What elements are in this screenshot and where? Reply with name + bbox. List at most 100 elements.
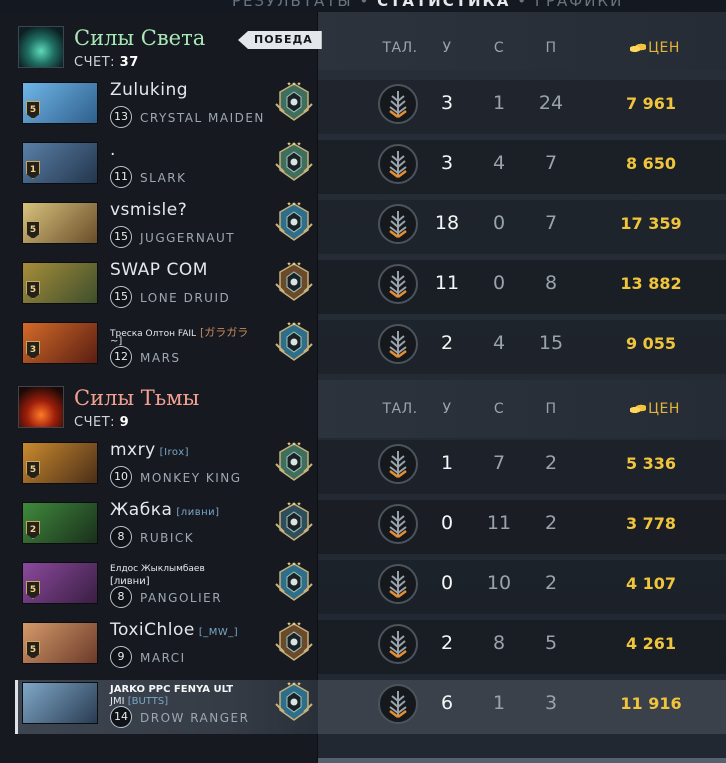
talent-tree-icon[interactable]: [377, 143, 419, 185]
assists-value: 2: [544, 452, 558, 474]
hero-portrait[interactable]: 5: [22, 262, 98, 304]
networth-value: 4 107: [625, 574, 677, 593]
rank-medal-icon[interactable]: ✦✦✦: [270, 318, 318, 366]
kills-value: 0: [440, 512, 454, 534]
networth-value: 13 882: [620, 274, 682, 293]
assists-value: 8: [544, 272, 558, 294]
player-row[interactable]: 5 Zuluking 13 CRYSTAL MAIDEN ✦✦✦: [18, 80, 318, 134]
talent-tree-icon[interactable]: [377, 683, 419, 725]
rank-medal-icon[interactable]: ✦✦✦: [270, 678, 318, 726]
kills-value: 6: [440, 692, 454, 714]
tab-statistics[interactable]: СТАТИСТИКА: [377, 0, 510, 10]
assists-value: 24: [538, 92, 564, 114]
radiant-logo-icon: [18, 26, 64, 68]
deaths-value: 1: [492, 692, 506, 714]
player-name: ToxiChloe [_MW_]: [110, 620, 239, 640]
hero-name: MONKEY KING: [140, 471, 242, 485]
player-name: Жабка [ливни]: [110, 500, 220, 520]
hero-name: JUGGERNAUT: [140, 231, 236, 245]
gold-icon: [630, 404, 647, 414]
talent-tree-icon[interactable]: [377, 623, 419, 665]
tab-strip: РЕЗУЛЬТАТЫ • СТАТИСТИКА • ГРАФИКИ: [0, 0, 726, 12]
talent-tree-icon[interactable]: [377, 563, 419, 605]
hero-portrait[interactable]: 5: [22, 202, 98, 244]
rank-medal-icon[interactable]: ✦✦✦: [270, 138, 318, 186]
dire-logo-icon: [18, 386, 64, 428]
hero-portrait[interactable]: 3: [22, 322, 98, 364]
player-row[interactable]: 2 Жабка [ливни] 8 RUBICK ✦✦✦: [18, 500, 318, 554]
rank-medal-icon[interactable]: ✦✦✦: [270, 258, 318, 306]
rank-medal-icon[interactable]: ✦✦✦: [270, 558, 318, 606]
hero-name: PANGOLIER: [140, 591, 223, 605]
rank-medal-icon[interactable]: ✦✦✦: [270, 438, 318, 486]
hero-portrait[interactable]: 5: [22, 562, 98, 604]
hero-level: 13: [110, 106, 132, 128]
talent-tree-icon[interactable]: [377, 83, 419, 125]
col-deaths: С: [493, 401, 505, 417]
hero-portrait[interactable]: 5: [22, 442, 98, 484]
rank-medal-icon[interactable]: ✦✦✦: [270, 198, 318, 246]
kills-value: 3: [440, 152, 454, 174]
player-rank-badge: 5: [26, 641, 40, 659]
hero-name: CRYSTAL MAIDEN: [140, 111, 265, 125]
hero-level: 8: [110, 586, 132, 608]
col-networth: ЦЕН: [620, 40, 690, 56]
player-row[interactable]: 3 Треска Олтон FAIL [ガラガラ ~] 12 MARS ✦✦✦: [18, 320, 318, 374]
col-talents: ТАЛ.: [382, 401, 418, 417]
tab-graphs[interactable]: ГРАФИКИ: [535, 0, 623, 10]
hero-name: SLARK: [140, 171, 187, 185]
rank-medal-icon[interactable]: ✦✦✦: [270, 618, 318, 666]
hero-level: 12: [110, 346, 132, 368]
deaths-value: 4: [492, 152, 506, 174]
hero-name: MARS: [140, 351, 181, 365]
player-row[interactable]: 5 Елдос Жыклымбаев [ливни] 8 PANGOLIER ✦✦✦: [18, 560, 318, 614]
col-talents: ТАЛ.: [382, 40, 418, 56]
player-rank-badge: 5: [26, 101, 40, 119]
deaths-value: 11: [486, 512, 512, 534]
dire-team-name: Силы Тьмы: [74, 386, 200, 410]
talent-tree-icon[interactable]: [377, 443, 419, 485]
kills-value: 18: [434, 212, 460, 234]
assists-value: 15: [538, 332, 564, 354]
rank-medal-icon[interactable]: ✦✦✦: [270, 78, 318, 126]
radiant-score: СЧЕТ: 37: [74, 55, 139, 70]
player-row[interactable]: 5 mxry [Irox] 10 MONKEY KING ✦✦✦: [18, 440, 318, 494]
hero-portrait[interactable]: [22, 682, 98, 724]
deaths-value: 10: [486, 572, 512, 594]
deaths-value: 0: [492, 212, 506, 234]
col-kills: У: [442, 401, 452, 417]
player-row[interactable]: 1. 11 SLARK ✦✦✦: [18, 140, 318, 194]
talent-tree-icon[interactable]: [377, 323, 419, 365]
player-row[interactable]: 5 vsmisle? 15 JUGGERNAUT ✦✦✦: [18, 200, 318, 254]
player-row[interactable]: 5 ToxiChloe [_MW_] 9 MARCI ✦✦✦: [18, 620, 318, 674]
hero-level: 9: [110, 646, 132, 668]
rank-medal-icon[interactable]: ✦✦✦: [270, 498, 318, 546]
networth-value: 9 055: [625, 334, 677, 353]
player-row[interactable]: 5 SWAP COM 15 LONE DRUID ✦✦✦: [18, 260, 318, 314]
hero-portrait[interactable]: 2: [22, 502, 98, 544]
assists-value: 2: [544, 572, 558, 594]
player-row[interactable]: JARKO PPC FENYA ULT JMI [BUTTS] 14 DROW RAN…: [15, 680, 318, 734]
assists-value: 5: [544, 632, 558, 654]
svg-text:✦✦✦: ✦✦✦: [286, 261, 301, 268]
col-assists: П: [545, 401, 557, 417]
talent-tree-icon[interactable]: [377, 263, 419, 305]
player-name: Zuluking: [110, 80, 189, 100]
networth-value: 17 359: [620, 214, 682, 233]
networth-value: 7 961: [625, 94, 677, 113]
hero-level: 15: [110, 226, 132, 248]
deaths-value: 8: [492, 632, 506, 654]
tab-results[interactable]: РЕЗУЛЬТАТЫ: [232, 0, 353, 10]
gold-icon: [630, 43, 647, 53]
deaths-value: 7: [492, 452, 506, 474]
hero-portrait[interactable]: 5: [22, 82, 98, 124]
dire-header: Силы Тьмы СЧЕТ: 9: [0, 372, 318, 434]
talent-tree-icon[interactable]: [377, 203, 419, 245]
hero-portrait[interactable]: 5: [22, 622, 98, 664]
player-rank-badge: 5: [26, 221, 40, 239]
hero-portrait[interactable]: 1: [22, 142, 98, 184]
kills-value: 11: [434, 272, 460, 294]
deaths-value: 4: [492, 332, 506, 354]
col-assists: П: [545, 40, 557, 56]
talent-tree-icon[interactable]: [377, 503, 419, 545]
